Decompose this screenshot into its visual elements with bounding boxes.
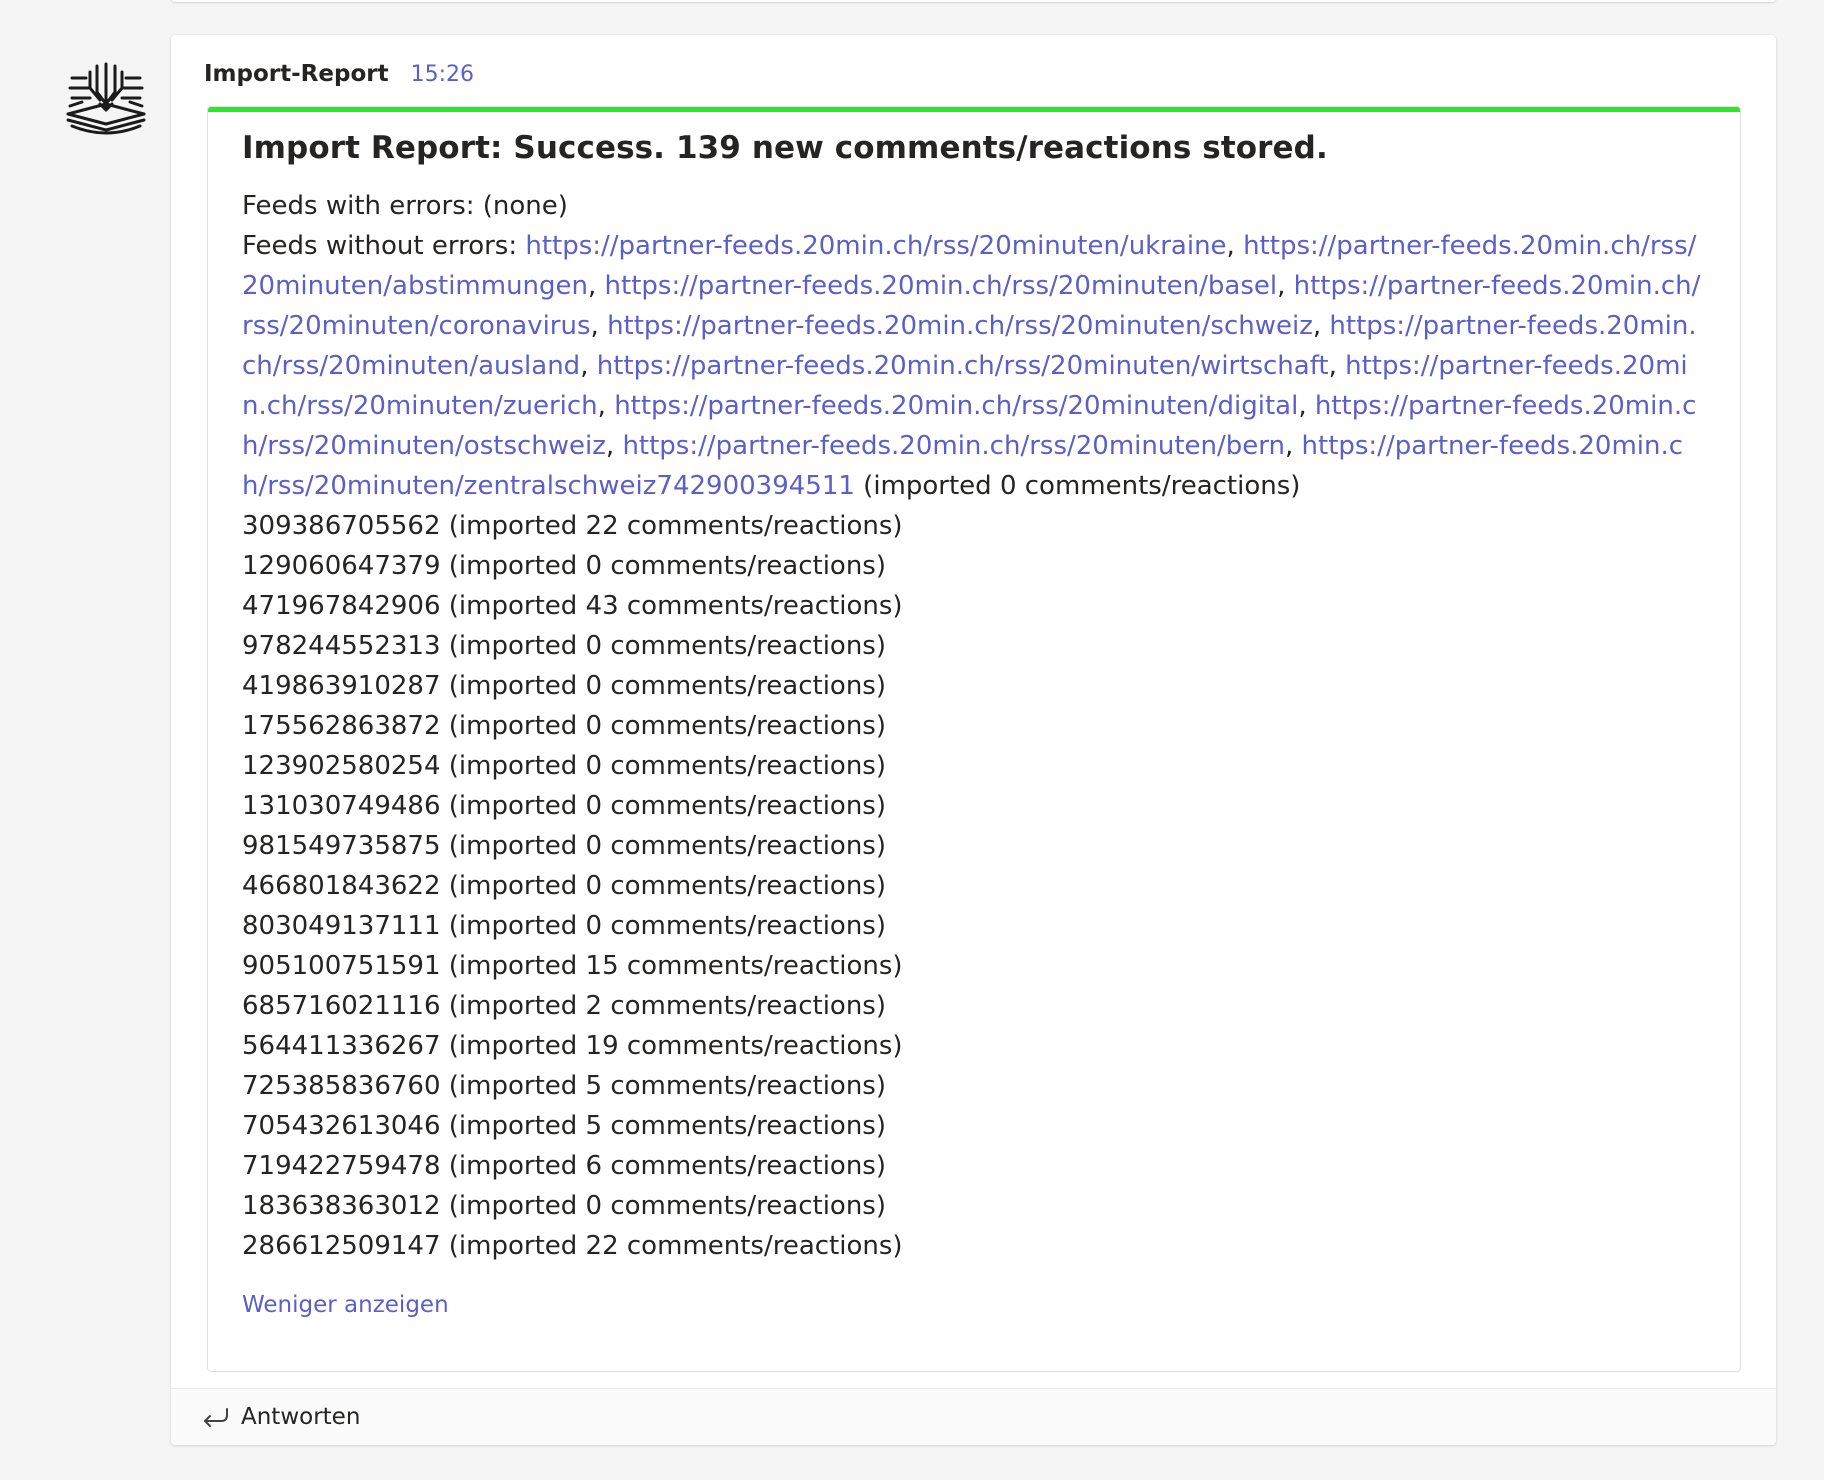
import-entry-line: 131030749486 (imported 0 comments/reacti… [242,791,886,821]
report-body: Import Report: Success. 139 new comments… [208,112,1740,1266]
feed-separator: , [1284,431,1302,461]
feed-link[interactable]: https://partner-feeds.20min.ch/rss/20min… [622,431,1285,461]
import-entry-line: 705432613046 (imported 5 comments/reacti… [242,1111,886,1141]
feed-link[interactable]: https://partner-feeds.20min.ch/rss/20min… [525,231,1226,261]
import-entry-line: 803049137111 (imported 0 comments/reacti… [242,911,886,941]
feed-link-list: https://partner-feeds.20min.ch/rss/20min… [242,231,1700,501]
message-timestamp[interactable]: 15:26 [411,62,474,87]
message-card: Import-Report 15:26 Import Report: Succe… [171,35,1776,1445]
import-entry-line: 564411336267 (imported 19 comments/react… [242,1031,903,1061]
import-entry-line: 725385836760 (imported 5 comments/reacti… [242,1071,886,1101]
import-entry-line: 471967842906 (imported 43 comments/react… [242,591,903,621]
feed-separator: , [605,431,623,461]
feeds-without-errors-paragraph: Feeds without errors: https://partner-fe… [242,226,1706,506]
feed-separator: , [597,391,615,421]
feed-link[interactable]: https://partner-feeds.20min.ch/rss/20min… [597,351,1329,381]
feeds-without-errors-label: Feeds without errors: [242,231,526,261]
import-entry-line: 905100751591 (imported 15 comments/react… [242,951,903,981]
feed-link[interactable]: https://partner-feeds.20min.ch/rss/20min… [614,391,1298,421]
import-entry-line: 123902580254 (imported 0 comments/reacti… [242,751,886,781]
feed-link[interactable]: https://partner-feeds.20min.ch/rss/20min… [607,311,1313,341]
feeds-import-summary: (imported 0 comments/reactions) [854,471,1301,501]
import-entry-line: 685716021116 (imported 2 comments/reacti… [242,991,886,1021]
bot-avatar[interactable] [64,58,148,136]
import-entry-line: 286612509147 (imported 22 comments/react… [242,1231,903,1261]
import-entry-line: 175562863872 (imported 0 comments/reacti… [242,711,886,741]
feed-separator: , [1298,391,1315,421]
import-entry-line: 981549735875 (imported 0 comments/reacti… [242,831,886,861]
sender-name[interactable]: Import-Report [204,61,389,87]
report-title: Import Report: Success. 139 new comments… [242,130,1328,166]
import-entry-line: 129060647379 (imported 0 comments/reacti… [242,551,886,581]
feed-separator: , [1226,231,1244,261]
import-entry-line: 183638363012 (imported 0 comments/reacti… [242,1191,886,1221]
feed-separator: , [1328,351,1346,381]
feed-separator: , [588,271,605,301]
feeds-with-errors-line: Feeds with errors: (none) [242,191,568,221]
feed-separator: , [1312,311,1330,341]
previous-message-card [171,0,1776,2]
report-adaptive-card: Import Report: Success. 139 new comments… [207,106,1741,1372]
feed-separator: , [590,311,608,341]
reply-label: Antworten [241,1404,361,1430]
import-entry-line: 419863910287 (imported 0 comments/reacti… [242,671,886,701]
report-text: Feeds with errors: (none) Feeds without … [242,186,1706,1266]
message-header: Import-Report 15:26 [204,61,474,91]
import-entry-line: 466801843622 (imported 0 comments/reacti… [242,871,886,901]
import-entry-line: 719422759478 (imported 6 comments/reacti… [242,1151,886,1181]
reply-bar[interactable]: Antworten [171,1388,1776,1445]
feed-separator: , [580,351,597,381]
import-entry-line: 978244552313 (imported 0 comments/reacti… [242,631,886,661]
reply-arrow-icon [204,1408,228,1427]
feed-separator: , [1277,271,1294,301]
import-entry-line: 309386705562 (imported 22 comments/react… [242,511,903,541]
feed-link[interactable]: https://partner-feeds.20min.ch/rss/20min… [605,271,1278,301]
show-less-link[interactable]: Weniger anzeigen [242,1292,449,1318]
import-entry-list: 309386705562 (imported 22 comments/react… [242,506,1706,1266]
book-tree-icon [66,62,146,135]
